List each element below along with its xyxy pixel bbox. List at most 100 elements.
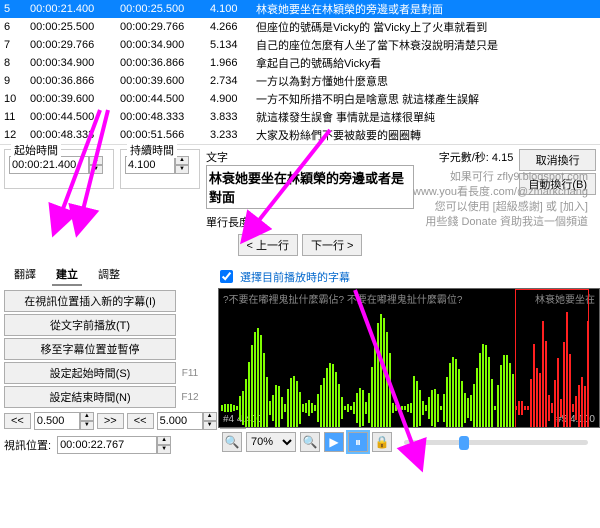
spin-down-icon[interactable]: ▼ (89, 165, 103, 174)
subtitle-cell-end: 00:00:39.600 (116, 72, 206, 90)
spin-up-icon[interactable]: ▲ (89, 156, 103, 165)
subtitle-cell-dur: 3.833 (206, 108, 252, 126)
select-current-checkbox-row[interactable]: 選擇目前播放時的字幕 (210, 265, 350, 288)
subtitle-cell-dur: 3.233 (206, 126, 252, 144)
subtitle-row[interactable]: 800:00:34.90000:00:36.8661.966拿起自己的號碼給Vi… (0, 54, 600, 72)
duration-group: 持續時間 ▲▼ (120, 149, 200, 189)
prev-line-button[interactable]: < 上一行 (238, 234, 298, 256)
view-position-input[interactable] (57, 436, 157, 454)
subtitle-row[interactable]: 600:00:25.50000:00:29.7664.266但座位的號碼是Vic… (0, 18, 600, 36)
set-start-button[interactable]: 設定起始時間(S) (4, 362, 176, 384)
cps-label: 字元數/秒: (439, 152, 489, 164)
step-b-input[interactable] (157, 412, 203, 430)
lock-icon[interactable]: 🔒 (372, 432, 392, 452)
subtitle-cell-no: 10 (0, 90, 26, 108)
start-time-group: 起始時間 ▲▼ (4, 149, 114, 189)
slider-thumb[interactable] (459, 436, 469, 450)
start-time-input[interactable] (9, 156, 89, 174)
step-a-spinbox[interactable]: ▲▼ (34, 412, 94, 430)
waveform-toolbar: 🔍 70% 🔍 ▶ ⏸ 🔒 (218, 428, 600, 456)
seek-fwd-a-button[interactable]: >> (97, 413, 124, 429)
subtitle-cell-dur: 4.266 (206, 18, 252, 36)
zoom-out-icon[interactable]: 🔍 (300, 432, 320, 452)
subtitle-row[interactable]: 900:00:36.86600:00:39.6002.734一方以為對方懂她什麼… (0, 72, 600, 90)
play-from-text-button[interactable]: 從文字前播放(T) (4, 314, 176, 336)
unwrap-button[interactable]: 取消換行 (519, 149, 596, 171)
subtitle-cell-end: 00:00:29.766 (116, 18, 206, 36)
subtitle-row[interactable]: 500:00:21.40000:00:25.5004.100林衰她要坐在林穎榮的… (0, 0, 600, 18)
waveform-display[interactable]: ?不要在嘟裡鬼扯什麼霸佔? 不要在嘟裡鬼扯什麼霸位? 林衰她要坐在 #4 4.4… (218, 288, 600, 428)
subtitle-cell-text: 但座位的號碼是Vicky的 當Vicky上了火車就看到 (252, 18, 600, 36)
subtitle-cell-text: 自己的座位怎麼有人坐了當下林衰沒說明清楚只是 (252, 36, 600, 54)
subtitle-cell-text: 一方以為對方懂她什麼意思 (252, 72, 600, 90)
subtitle-cell-text: 林衰她要坐在林穎榮的旁邊或者是對面 (252, 0, 600, 18)
subtitle-cell-start: 00:00:25.500 (26, 18, 116, 36)
wave-question-1: ?不要在嘟裡鬼扯什麼霸佔? 不要在嘟裡鬼扯什麼霸位? (223, 295, 462, 306)
subtitle-cell-no: 11 (0, 108, 26, 126)
subtitle-cell-dur: 5.134 (206, 36, 252, 54)
f12-hint: F12 (178, 392, 202, 403)
subtitle-row[interactable]: 700:00:29.76600:00:34.9005.134自己的座位怎麼有人坐… (0, 36, 600, 54)
subtitle-cell-no: 6 (0, 18, 26, 36)
pause-icon[interactable]: ⏸ (348, 432, 368, 452)
subtitle-cell-start: 00:00:36.866 (26, 72, 116, 90)
auto-break-button[interactable]: 自動換行(B) (519, 173, 596, 195)
subtitle-cell-start: 00:00:44.500 (26, 108, 116, 126)
subtitle-cell-dur: 1.966 (206, 54, 252, 72)
cps-value: 4.15 (492, 152, 513, 164)
set-end-button[interactable]: 設定結束時間(N) (4, 386, 176, 408)
view-position-label: 視訊位置: (4, 437, 51, 453)
duration-spinbox[interactable]: ▲▼ (125, 156, 195, 174)
subtitle-text-input[interactable] (206, 165, 414, 209)
subtitle-cell-start: 00:00:29.766 (26, 36, 116, 54)
zoom-in-icon[interactable]: 🔍 (222, 432, 242, 452)
tab-translate[interactable]: 翻譯 (10, 264, 40, 286)
line-length-label: 單行長度 (206, 214, 513, 230)
text-label: 文字 (206, 149, 228, 165)
subtitle-cell-end: 00:00:44.500 (116, 90, 206, 108)
subtitle-cell-text: 一方不知所措不明白是啥意思 就這樣產生誤解 (252, 90, 600, 108)
step-b-spinbox[interactable]: ▲▼ (157, 412, 217, 430)
tab-create[interactable]: 建立 (52, 264, 82, 286)
spin-down-icon[interactable]: ▼ (175, 165, 189, 174)
subtitle-cell-start: 00:00:39.600 (26, 90, 116, 108)
insert-sub-button[interactable]: 在視訊位置插入新的字幕(I) (4, 290, 176, 312)
subtitle-cell-end: 00:00:25.500 (116, 0, 206, 18)
subtitle-table[interactable]: 500:00:21.40000:00:25.5004.100林衰她要坐在林穎榮的… (0, 0, 600, 144)
subtitle-cell-end: 00:00:34.900 (116, 36, 206, 54)
subtitle-cell-end: 00:00:36.866 (116, 54, 206, 72)
select-current-label: 選擇目前播放時的字幕 (240, 269, 350, 285)
subtitle-cell-text: 就這樣發生誤會 事情就是這樣很單純 (252, 108, 600, 126)
subtitle-cell-no: 5 (0, 0, 26, 18)
play-icon[interactable]: ▶ (324, 432, 344, 452)
subtitle-cell-no: 8 (0, 54, 26, 72)
subtitle-cell-no: 7 (0, 36, 26, 54)
start-time-spinbox[interactable]: ▲▼ (9, 156, 109, 174)
start-time-label: 起始時間 (11, 142, 61, 158)
tab-adjust[interactable]: 調整 (94, 264, 124, 286)
goto-and-pause-button[interactable]: 移至字幕位置並暫停 (4, 338, 176, 360)
next-line-button[interactable]: 下一行 > (302, 234, 362, 256)
subtitle-cell-start: 00:00:21.400 (26, 0, 116, 18)
subtitle-cell-text: 大家及粉絲們不要被敲要的圈圈轉 (252, 126, 600, 144)
f11-hint: F11 (178, 368, 202, 379)
zoom-select[interactable]: 70% (246, 432, 296, 452)
select-current-checkbox[interactable] (220, 270, 233, 283)
create-panel: 在視訊位置插入新的字幕(I) 從文字前播放(T) 移至字幕位置並暫停 設定起始時… (0, 288, 218, 456)
subtitle-cell-dur: 4.100 (206, 0, 252, 18)
subtitle-row[interactable]: 1100:00:44.50000:00:48.3333.833就這樣發生誤會 事… (0, 108, 600, 126)
spin-up-icon[interactable]: ▲ (175, 156, 189, 165)
duration-input[interactable] (125, 156, 175, 174)
subtitle-cell-dur: 4.900 (206, 90, 252, 108)
view-position-spinbox[interactable]: ▲▼ (57, 436, 171, 454)
position-slider[interactable] (404, 440, 588, 445)
subtitle-cell-text: 拿起自己的號碼給Vicky看 (252, 54, 600, 72)
subtitle-row[interactable]: 1000:00:39.60000:00:44.5004.900一方不知所措不明白… (0, 90, 600, 108)
subtitle-cell-end: 00:00:48.333 (116, 108, 206, 126)
subtitle-row[interactable]: 1200:00:48.33300:00:51.5663.233大家及粉絲們不要被… (0, 126, 600, 144)
seek-back-b-button[interactable]: << (127, 413, 154, 429)
step-a-input[interactable] (34, 412, 80, 430)
subtitle-cell-no: 9 (0, 72, 26, 90)
subtitle-cell-dur: 2.734 (206, 72, 252, 90)
seek-back-a-button[interactable]: << (4, 413, 31, 429)
